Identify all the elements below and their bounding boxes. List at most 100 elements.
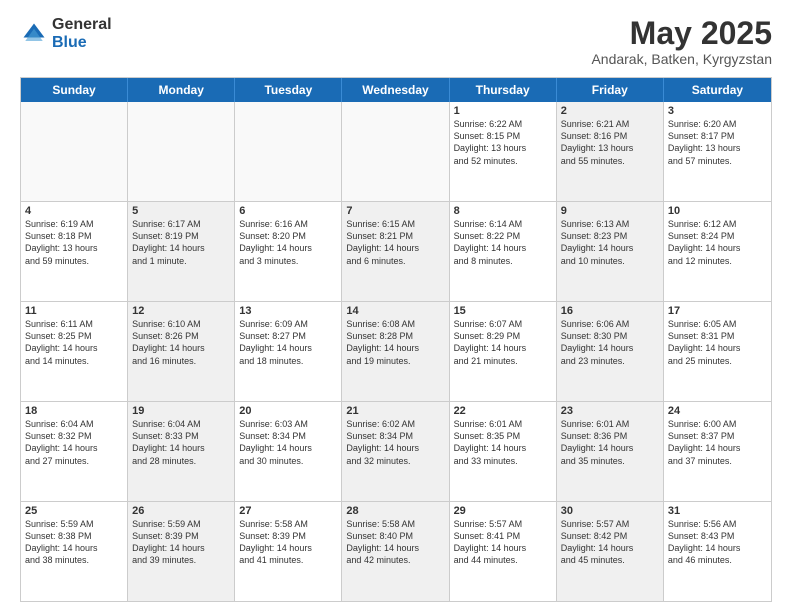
day-number-14: 14 <box>346 305 444 317</box>
logo-icon <box>20 20 48 48</box>
logo-blue-text: Blue <box>52 34 112 52</box>
cell-9: 9Sunrise: 6:13 AMSunset: 8:23 PMDaylight… <box>557 202 664 301</box>
header-friday: Friday <box>557 78 664 102</box>
cell-17: 17Sunrise: 6:05 AMSunset: 8:31 PMDayligh… <box>664 302 771 401</box>
logo-text: General Blue <box>52 16 112 51</box>
day-number-9: 9 <box>561 205 659 217</box>
cell-text-4: Sunrise: 6:19 AMSunset: 8:18 PMDaylight:… <box>25 218 123 267</box>
cell-4: 4Sunrise: 6:19 AMSunset: 8:18 PMDaylight… <box>21 202 128 301</box>
cell-text-23: Sunrise: 6:01 AMSunset: 8:36 PMDaylight:… <box>561 418 659 467</box>
day-number-13: 13 <box>239 305 337 317</box>
cell-23: 23Sunrise: 6:01 AMSunset: 8:36 PMDayligh… <box>557 402 664 501</box>
cell-30: 30Sunrise: 5:57 AMSunset: 8:42 PMDayligh… <box>557 502 664 601</box>
day-number-15: 15 <box>454 305 552 317</box>
cell-12: 12Sunrise: 6:10 AMSunset: 8:26 PMDayligh… <box>128 302 235 401</box>
month-year: May 2025 <box>591 16 772 51</box>
cell-empty-0-1 <box>128 102 235 201</box>
cell-empty-0-3 <box>342 102 449 201</box>
cell-27: 27Sunrise: 5:58 AMSunset: 8:39 PMDayligh… <box>235 502 342 601</box>
day-number-20: 20 <box>239 405 337 417</box>
cell-21: 21Sunrise: 6:02 AMSunset: 8:34 PMDayligh… <box>342 402 449 501</box>
day-number-26: 26 <box>132 505 230 517</box>
cell-text-18: Sunrise: 6:04 AMSunset: 8:32 PMDaylight:… <box>25 418 123 467</box>
day-number-3: 3 <box>668 105 767 117</box>
day-number-27: 27 <box>239 505 337 517</box>
cell-text-30: Sunrise: 5:57 AMSunset: 8:42 PMDaylight:… <box>561 518 659 567</box>
cell-6: 6Sunrise: 6:16 AMSunset: 8:20 PMDaylight… <box>235 202 342 301</box>
cell-28: 28Sunrise: 5:58 AMSunset: 8:40 PMDayligh… <box>342 502 449 601</box>
cell-26: 26Sunrise: 5:59 AMSunset: 8:39 PMDayligh… <box>128 502 235 601</box>
day-number-2: 2 <box>561 105 659 117</box>
cell-text-25: Sunrise: 5:59 AMSunset: 8:38 PMDaylight:… <box>25 518 123 567</box>
header-sunday: Sunday <box>21 78 128 102</box>
cell-text-24: Sunrise: 6:00 AMSunset: 8:37 PMDaylight:… <box>668 418 767 467</box>
cell-29: 29Sunrise: 5:57 AMSunset: 8:41 PMDayligh… <box>450 502 557 601</box>
cell-empty-0-2 <box>235 102 342 201</box>
header: General Blue May 2025 Andarak, Batken, K… <box>20 16 772 67</box>
cell-22: 22Sunrise: 6:01 AMSunset: 8:35 PMDayligh… <box>450 402 557 501</box>
calendar-body: 1Sunrise: 6:22 AMSunset: 8:15 PMDaylight… <box>21 102 771 601</box>
day-number-6: 6 <box>239 205 337 217</box>
header-thursday: Thursday <box>450 78 557 102</box>
cell-text-29: Sunrise: 5:57 AMSunset: 8:41 PMDaylight:… <box>454 518 552 567</box>
calendar-row-2: 11Sunrise: 6:11 AMSunset: 8:25 PMDayligh… <box>21 302 771 402</box>
cell-text-13: Sunrise: 6:09 AMSunset: 8:27 PMDaylight:… <box>239 318 337 367</box>
header-saturday: Saturday <box>664 78 771 102</box>
cell-text-14: Sunrise: 6:08 AMSunset: 8:28 PMDaylight:… <box>346 318 444 367</box>
cell-14: 14Sunrise: 6:08 AMSunset: 8:28 PMDayligh… <box>342 302 449 401</box>
cell-text-7: Sunrise: 6:15 AMSunset: 8:21 PMDaylight:… <box>346 218 444 267</box>
cell-5: 5Sunrise: 6:17 AMSunset: 8:19 PMDaylight… <box>128 202 235 301</box>
day-number-10: 10 <box>668 205 767 217</box>
calendar-row-0: 1Sunrise: 6:22 AMSunset: 8:15 PMDaylight… <box>21 102 771 202</box>
day-number-21: 21 <box>346 405 444 417</box>
cell-18: 18Sunrise: 6:04 AMSunset: 8:32 PMDayligh… <box>21 402 128 501</box>
cell-16: 16Sunrise: 6:06 AMSunset: 8:30 PMDayligh… <box>557 302 664 401</box>
day-number-19: 19 <box>132 405 230 417</box>
cell-text-8: Sunrise: 6:14 AMSunset: 8:22 PMDaylight:… <box>454 218 552 267</box>
cell-text-21: Sunrise: 6:02 AMSunset: 8:34 PMDaylight:… <box>346 418 444 467</box>
day-number-5: 5 <box>132 205 230 217</box>
cell-text-12: Sunrise: 6:10 AMSunset: 8:26 PMDaylight:… <box>132 318 230 367</box>
cell-11: 11Sunrise: 6:11 AMSunset: 8:25 PMDayligh… <box>21 302 128 401</box>
day-number-22: 22 <box>454 405 552 417</box>
location: Andarak, Batken, Kyrgyzstan <box>591 51 772 67</box>
page: General Blue May 2025 Andarak, Batken, K… <box>0 0 792 612</box>
cell-text-15: Sunrise: 6:07 AMSunset: 8:29 PMDaylight:… <box>454 318 552 367</box>
cell-text-2: Sunrise: 6:21 AMSunset: 8:16 PMDaylight:… <box>561 118 659 167</box>
day-number-17: 17 <box>668 305 767 317</box>
cell-text-17: Sunrise: 6:05 AMSunset: 8:31 PMDaylight:… <box>668 318 767 367</box>
logo: General Blue <box>20 16 112 51</box>
day-number-11: 11 <box>25 305 123 317</box>
cell-text-9: Sunrise: 6:13 AMSunset: 8:23 PMDaylight:… <box>561 218 659 267</box>
day-number-1: 1 <box>454 105 552 117</box>
cell-text-27: Sunrise: 5:58 AMSunset: 8:39 PMDaylight:… <box>239 518 337 567</box>
day-number-8: 8 <box>454 205 552 217</box>
day-number-25: 25 <box>25 505 123 517</box>
cell-text-5: Sunrise: 6:17 AMSunset: 8:19 PMDaylight:… <box>132 218 230 267</box>
cell-text-22: Sunrise: 6:01 AMSunset: 8:35 PMDaylight:… <box>454 418 552 467</box>
cell-text-20: Sunrise: 6:03 AMSunset: 8:34 PMDaylight:… <box>239 418 337 467</box>
day-number-23: 23 <box>561 405 659 417</box>
header-monday: Monday <box>128 78 235 102</box>
day-number-18: 18 <box>25 405 123 417</box>
cell-20: 20Sunrise: 6:03 AMSunset: 8:34 PMDayligh… <box>235 402 342 501</box>
cell-2: 2Sunrise: 6:21 AMSunset: 8:16 PMDaylight… <box>557 102 664 201</box>
title-block: May 2025 Andarak, Batken, Kyrgyzstan <box>591 16 772 67</box>
calendar-row-3: 18Sunrise: 6:04 AMSunset: 8:32 PMDayligh… <box>21 402 771 502</box>
cell-10: 10Sunrise: 6:12 AMSunset: 8:24 PMDayligh… <box>664 202 771 301</box>
day-number-30: 30 <box>561 505 659 517</box>
cell-25: 25Sunrise: 5:59 AMSunset: 8:38 PMDayligh… <box>21 502 128 601</box>
calendar-row-1: 4Sunrise: 6:19 AMSunset: 8:18 PMDaylight… <box>21 202 771 302</box>
cell-19: 19Sunrise: 6:04 AMSunset: 8:33 PMDayligh… <box>128 402 235 501</box>
cell-text-1: Sunrise: 6:22 AMSunset: 8:15 PMDaylight:… <box>454 118 552 167</box>
day-number-31: 31 <box>668 505 767 517</box>
cell-8: 8Sunrise: 6:14 AMSunset: 8:22 PMDaylight… <box>450 202 557 301</box>
day-number-29: 29 <box>454 505 552 517</box>
cell-text-11: Sunrise: 6:11 AMSunset: 8:25 PMDaylight:… <box>25 318 123 367</box>
day-number-16: 16 <box>561 305 659 317</box>
day-number-28: 28 <box>346 505 444 517</box>
header-wednesday: Wednesday <box>342 78 449 102</box>
cell-text-3: Sunrise: 6:20 AMSunset: 8:17 PMDaylight:… <box>668 118 767 167</box>
cell-15: 15Sunrise: 6:07 AMSunset: 8:29 PMDayligh… <box>450 302 557 401</box>
day-number-7: 7 <box>346 205 444 217</box>
